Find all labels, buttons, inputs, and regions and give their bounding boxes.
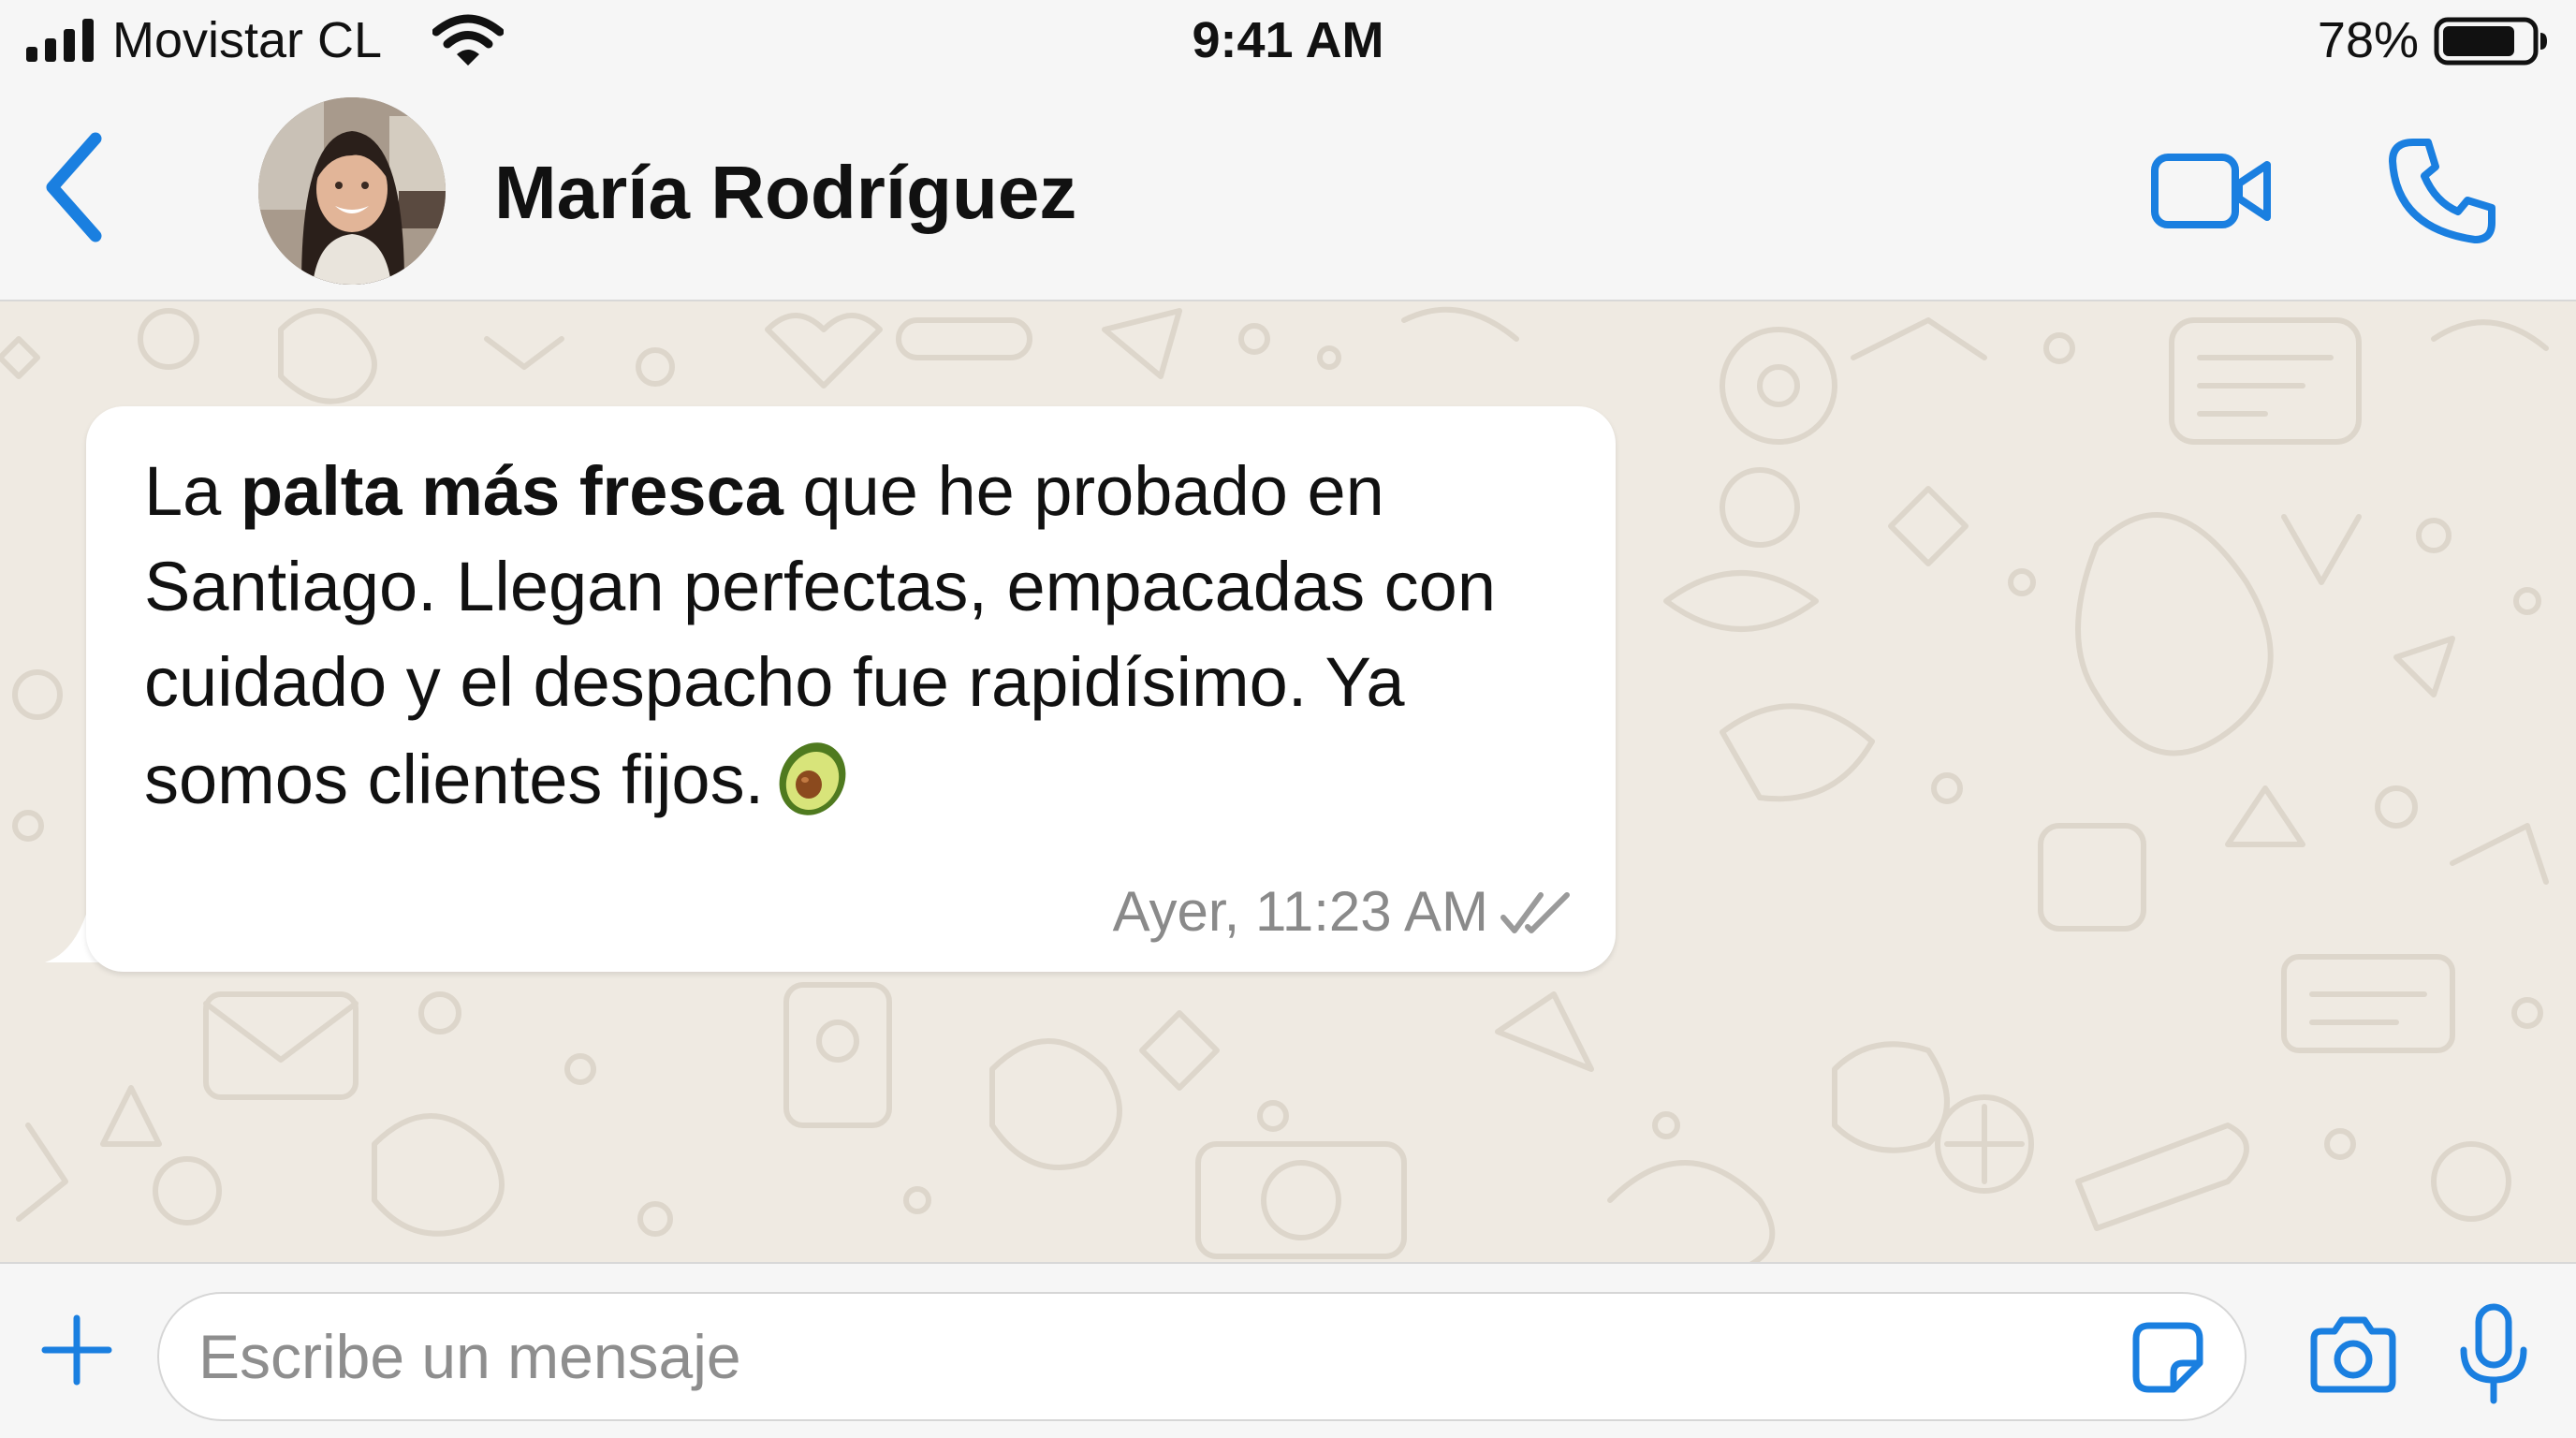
phone-call-icon[interactable]	[2385, 135, 2497, 247]
battery-icon	[2434, 17, 2547, 66]
message-text-bold: palta más fresca	[240, 452, 783, 530]
back-chevron-icon[interactable]	[30, 127, 124, 247]
video-call-icon[interactable]	[2149, 144, 2276, 238]
message-text-start: La	[144, 452, 241, 530]
sticker-icon[interactable]	[2130, 1320, 2205, 1395]
double-check-icon	[1500, 892, 1570, 933]
avatar-photo	[258, 97, 446, 285]
status-bar: Movistar CL 9:41 AM 78%	[0, 0, 2576, 82]
message-meta: Ayer, 11:23 AM	[1113, 878, 1571, 946]
plus-icon[interactable]	[39, 1313, 114, 1387]
chat-area[interactable]: La palta más fresca que he probado en Sa…	[0, 301, 2576, 1262]
battery-percentage: 78%	[2317, 12, 2419, 68]
clock: 9:41 AM	[1192, 12, 1384, 68]
chat-header: María Rodríguez	[0, 82, 2576, 301]
microphone-icon[interactable]	[2456, 1301, 2531, 1406]
message-composer	[0, 1262, 2576, 1438]
message-input[interactable]	[157, 1292, 2247, 1421]
camera-icon[interactable]	[2308, 1313, 2398, 1395]
incoming-message-bubble[interactable]: La palta más fresca que he probado en Sa…	[86, 406, 1616, 972]
avocado-icon	[779, 742, 846, 815]
contact-name[interactable]: María Rodríguez	[494, 148, 1076, 238]
message-text: La palta más fresca que he probado en Sa…	[144, 444, 1586, 828]
avatar[interactable]	[258, 97, 446, 285]
message-timestamp: Ayer, 11:23 AM	[1112, 880, 1488, 943]
